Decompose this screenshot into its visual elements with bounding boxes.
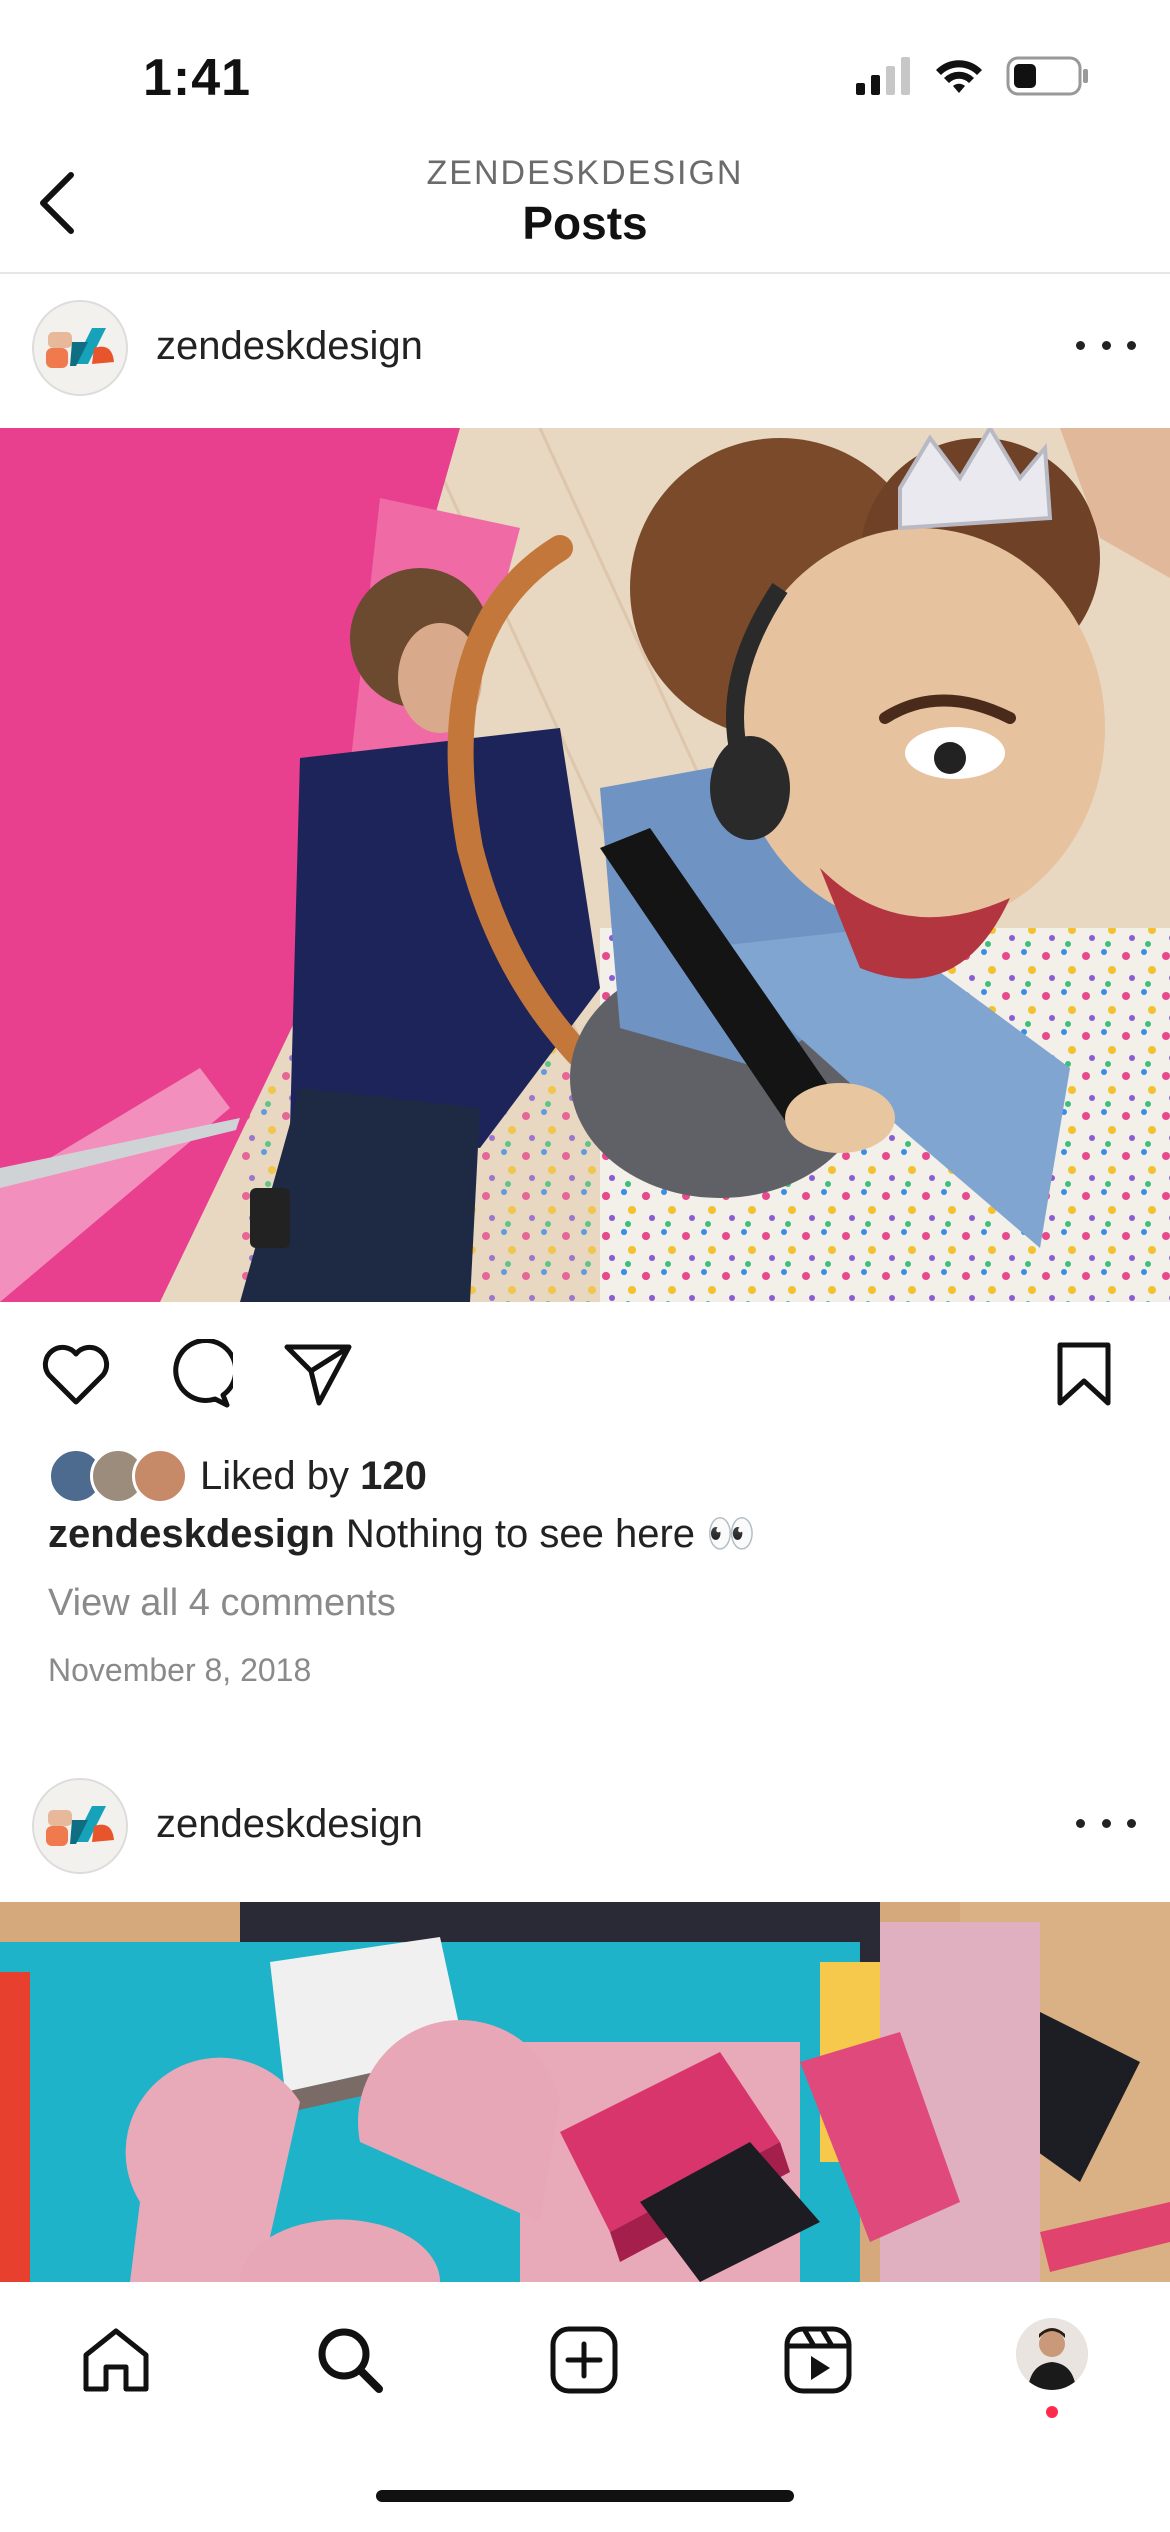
post-photo-art [0, 1902, 1170, 2282]
more-horizontal-icon [1076, 1818, 1085, 1828]
more-options-button[interactable] [1076, 1808, 1136, 1838]
like-button[interactable] [36, 1334, 116, 1414]
nav-profile[interactable] [1016, 2318, 1088, 2390]
dot [1101, 1818, 1111, 1828]
share-button[interactable] [278, 1334, 358, 1414]
comment-button[interactable] [158, 1334, 238, 1414]
signal-icon [856, 57, 910, 95]
header-divider [0, 272, 1170, 274]
account-name: ZENDESKDESIGN [426, 154, 744, 192]
likes-text: Liked by 120 [200, 1454, 427, 1499]
post-avatar[interactable] [32, 1778, 128, 1874]
status-time: 1:41 [143, 49, 252, 107]
page-title: Posts [522, 197, 648, 249]
caption-username[interactable]: zendeskdesign [48, 1512, 335, 1556]
battery-icon [1006, 56, 1088, 96]
home-icon [83, 2328, 149, 2392]
likes-label: Liked by [200, 1453, 349, 1498]
comment-icon [173, 1339, 233, 1408]
more-options-button[interactable] [1076, 330, 1136, 360]
zendesk-logo-icon [34, 1780, 126, 1872]
post-date: November 8, 2018 [48, 1652, 312, 1688]
post-avatar[interactable] [32, 300, 128, 396]
caption: zendeskdesign Nothing to see here 👀 [48, 1510, 756, 1557]
nav-create[interactable] [544, 2320, 624, 2400]
post-photo[interactable] [0, 428, 1170, 1302]
post-photo-art [0, 428, 1170, 1302]
post-username[interactable]: zendeskdesign [156, 1802, 423, 1847]
notification-dot [1046, 2406, 1058, 2418]
plus-square-icon [550, 2326, 618, 2394]
post-photo[interactable] [0, 1902, 1170, 2282]
more-horizontal-icon [1076, 340, 1085, 350]
likes-count: 120 [360, 1453, 427, 1498]
search-icon [318, 2328, 383, 2393]
zendesk-logo-icon [34, 302, 126, 394]
home-indicator [376, 2490, 794, 2502]
post-username[interactable]: zendeskdesign [156, 324, 423, 369]
wifi-icon [936, 60, 982, 93]
profile-avatar-icon [1016, 2318, 1088, 2390]
view-comments-link[interactable]: View all 4 comments [48, 1582, 396, 1625]
status-icons [856, 56, 1090, 96]
nav-home[interactable] [76, 2320, 156, 2400]
nav-reels[interactable] [778, 2320, 858, 2400]
dot [1101, 340, 1111, 350]
liker-avatar [132, 1448, 188, 1504]
save-button[interactable] [1044, 1334, 1124, 1414]
likes-row[interactable]: Liked by 120 [48, 1448, 427, 1504]
caption-text: Nothing to see here 👀 [345, 1512, 756, 1556]
nav-search[interactable] [310, 2320, 390, 2400]
bookmark-icon [1057, 1342, 1111, 1406]
heart-icon [42, 1344, 110, 1405]
dot [1127, 1818, 1136, 1828]
dot [1127, 340, 1136, 350]
send-icon [284, 1344, 352, 1406]
reels-icon [784, 2326, 852, 2394]
